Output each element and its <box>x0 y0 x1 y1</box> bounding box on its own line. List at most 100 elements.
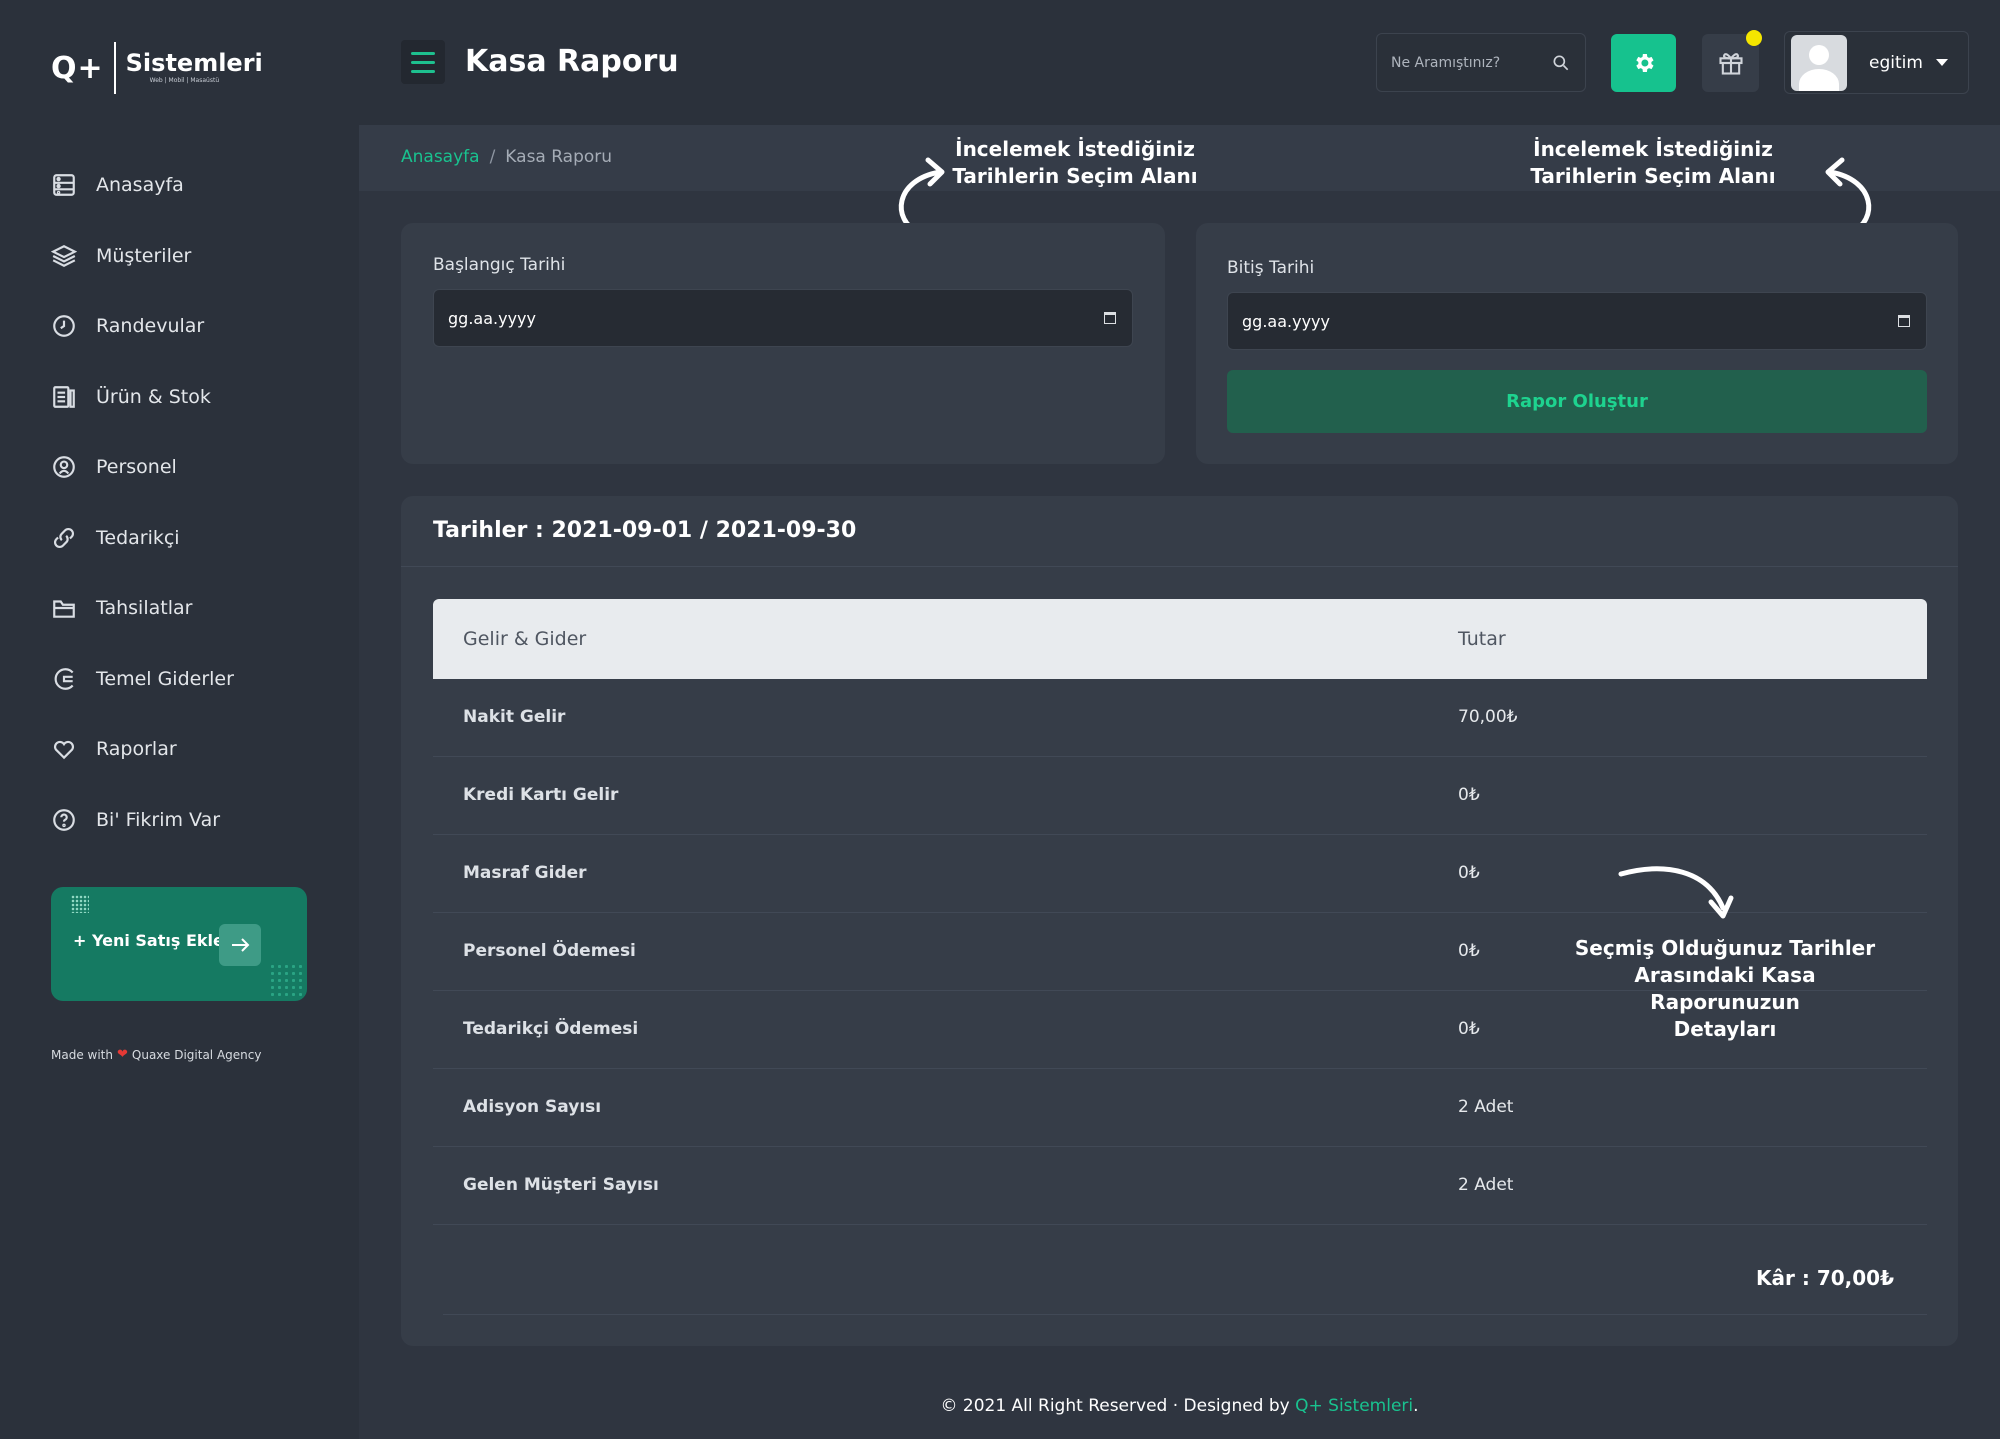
start-date-input[interactable]: gg.aa.yyyy <box>433 289 1133 347</box>
sidebar-item-label: Ürün & Stok <box>96 385 211 408</box>
row-value: 70,00₺ <box>1458 707 1518 727</box>
person-icon <box>51 454 77 480</box>
annotation-right-text: İncelemek İstediğiniz Tarihlerin Seçim A… <box>1530 137 1776 188</box>
user-menu[interactable]: egitim <box>1784 31 1969 94</box>
menu-toggle-button[interactable] <box>401 40 445 84</box>
chevron-down-icon <box>1936 59 1948 66</box>
end-date-card: Bitiş Tarihi gg.aa.yyyy Rapor Oluştur <box>1196 223 1958 464</box>
breadcrumb: Anasayfa / Kasa Raporu <box>401 147 612 167</box>
footer-end: . <box>1413 1396 1419 1416</box>
table-row: Adisyon Sayısı 2 Adet <box>433 1069 1927 1147</box>
sidebar-item-label: Temel Giderler <box>96 667 234 690</box>
profit-total: Kâr : 70,00₺ <box>1756 1266 1894 1290</box>
gear-icon <box>1635 54 1653 72</box>
sidebar-item-label: Tedarikçi <box>96 526 180 549</box>
end-date-input[interactable]: gg.aa.yyyy <box>1227 292 1927 350</box>
row-value: 0₺ <box>1458 863 1480 883</box>
row-value: 2 Adet <box>1458 1097 1514 1117</box>
footer-link[interactable]: Q+ Sistemleri <box>1295 1396 1413 1416</box>
row-label: Nakit Gelir <box>463 707 566 727</box>
logo-text: Sistemleri Web | Mobil | Masaüstü <box>126 50 263 86</box>
new-sale-label: + Yeni Satış Ekle <box>73 931 224 950</box>
sidebar-item-label: Anasayfa <box>96 174 184 197</box>
annotation-left: İncelemek İstediğiniz Tarihlerin Seçim A… <box>940 136 1210 190</box>
row-label: Kredi Kartı Gelir <box>463 785 619 805</box>
sidebar-item-tedarikci[interactable]: Tedarikçi <box>51 503 351 574</box>
report-date-range-title: Tarihler : 2021-09-01 / 2021-09-30 <box>433 518 857 543</box>
breadcrumb-current: Kasa Raporu <box>505 147 613 167</box>
table-row: Nakit Gelir 70,00₺ <box>433 679 1927 757</box>
avatar <box>1791 34 1847 91</box>
table-header: Gelir & Gider Tutar <box>433 599 1927 679</box>
sidebar-item-tahsilatlar[interactable]: Tahsilatlar <box>51 573 351 644</box>
dot-pattern <box>71 895 89 913</box>
made-with-prefix: Made with <box>51 1047 113 1062</box>
sidebar-item-label: Tahsilatlar <box>96 597 193 620</box>
sidebar-item-label: Müşteriler <box>96 244 192 267</box>
sidebar-item-label: Raporlar <box>96 738 177 761</box>
made-with-agency[interactable]: Quaxe Digital Agency <box>132 1048 262 1062</box>
row-value: 2 Adet <box>1458 1175 1514 1195</box>
search-icon[interactable] <box>1551 53 1571 73</box>
user-name: egitim <box>1869 52 1923 73</box>
dot-pattern <box>269 963 303 997</box>
page-title: Kasa Raporu <box>465 44 679 79</box>
search-box[interactable] <box>1376 33 1586 92</box>
annotation-right: İncelemek İstediğiniz Tarihlerin Seçim A… <box>1518 136 1788 190</box>
annotation-detail: Seçmiş Olduğunuz Tarihler Arasındaki Kas… <box>1560 935 1890 1043</box>
logo-tagline: Web | Mobil | Masaüstü <box>149 77 220 84</box>
sidebar-item-randevular[interactable]: Randevular <box>51 291 351 362</box>
annotation-left-text: İncelemek İstediğiniz Tarihlerin Seçim A… <box>952 137 1198 188</box>
search-input[interactable] <box>1391 54 1541 71</box>
new-sale-card[interactable]: + Yeni Satış Ekle <box>51 887 307 1001</box>
end-date-label: Bitiş Tarihi <box>1227 258 1315 278</box>
sidebar-item-personel[interactable]: Personel <box>51 432 351 503</box>
sidebar-item-label: Personel <box>96 456 177 479</box>
breadcrumb-separator: / <box>489 147 496 167</box>
logo-separator <box>113 42 116 94</box>
table-row: Kredi Kartı Gelir 0₺ <box>433 757 1927 835</box>
curved-arrow-icon <box>1618 866 1734 919</box>
sidebar-item-musteriler[interactable]: Müşteriler <box>51 221 351 292</box>
row-value: 0₺ <box>1458 1019 1480 1039</box>
sidebar-item-label: Randevular <box>96 315 205 338</box>
start-date-value: gg.aa.yyyy <box>448 308 536 328</box>
settings-button[interactable] <box>1611 34 1676 92</box>
heart-icon: ❤ <box>116 1047 128 1062</box>
top-header: Kasa Raporu egitim <box>359 0 2000 125</box>
gift-icon <box>1718 53 1743 75</box>
divider <box>401 566 1958 567</box>
heart-icon <box>51 736 77 762</box>
logo-mark: Q+ <box>51 50 104 86</box>
link-icon <box>51 525 77 551</box>
sidebar-item-raporlar[interactable]: Raporlar <box>51 714 351 785</box>
sidebar-item-anasayfa[interactable]: Anasayfa <box>51 150 351 221</box>
footer: © 2021 All Right Reserved · Designed by … <box>359 1396 2000 1416</box>
folder-icon <box>51 595 77 621</box>
annotation-detail-line: Detayları <box>1673 1017 1777 1041</box>
dashboard-icon <box>51 172 77 198</box>
start-date-card: Başlangıç Tarihi gg.aa.yyyy <box>401 223 1165 464</box>
footer-text: © 2021 All Right Reserved · Designed by <box>940 1396 1290 1416</box>
notification-badge <box>1746 30 1762 46</box>
sidebar-item-urun-stok[interactable]: Ürün & Stok <box>51 362 351 433</box>
logo-name: Sistemleri <box>125 49 263 77</box>
sidebar-item-bi-fikrim-var[interactable]: Bi' Fikrim Var <box>51 785 351 856</box>
logo[interactable]: Q+ Sistemleri Web | Mobil | Masaüstü <box>51 42 263 94</box>
calendar-icon[interactable] <box>1102 310 1118 326</box>
question-icon <box>51 807 77 833</box>
create-report-button[interactable]: Rapor Oluştur <box>1227 370 1927 433</box>
row-label: Tedarikçi Ödemesi <box>463 1019 639 1039</box>
start-date-label: Başlangıç Tarihi <box>433 255 566 275</box>
sidebar-item-temel-giderler[interactable]: Temel Giderler <box>51 644 351 715</box>
hamburger-icon <box>411 51 435 55</box>
calendar-icon[interactable] <box>1896 313 1912 329</box>
new-sale-arrow-button[interactable] <box>219 924 261 966</box>
row-value: 0₺ <box>1458 941 1480 961</box>
expense-icon <box>51 666 77 692</box>
breadcrumb-home-link[interactable]: Anasayfa <box>401 147 480 167</box>
row-label: Gelen Müşteri Sayısı <box>463 1175 659 1195</box>
row-label: Adisyon Sayısı <box>463 1097 602 1117</box>
annotation-detail-line: Seçmiş Olduğunuz Tarihler <box>1574 936 1876 960</box>
sidebar-nav: Anasayfa Müşteriler Randevular Ürün & St… <box>51 150 351 855</box>
